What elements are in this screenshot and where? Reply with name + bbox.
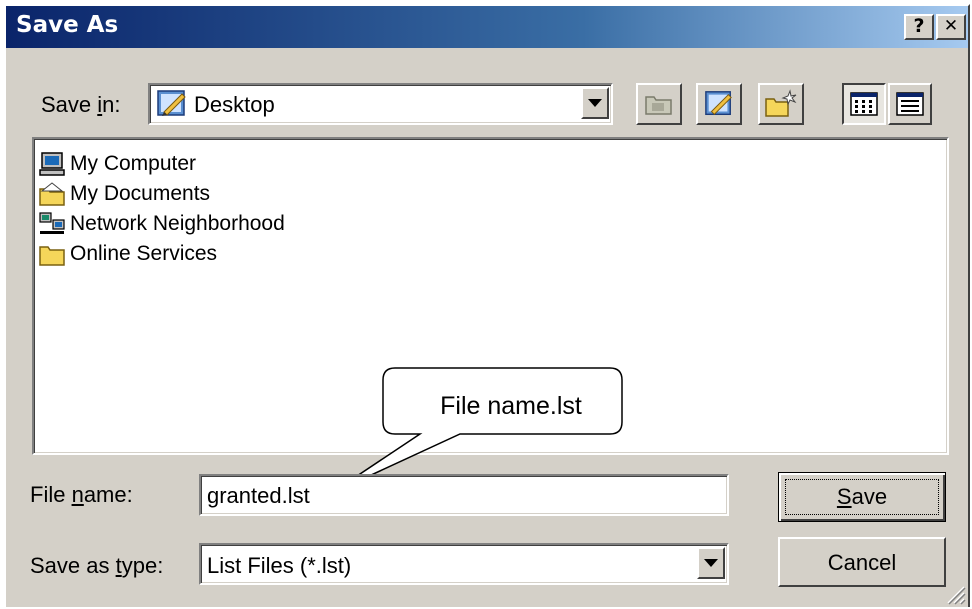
list-item[interactable]: Network Neighborhood (38, 209, 285, 239)
folder-icon (39, 246, 65, 266)
network-icon (39, 212, 65, 234)
details-view-icon (896, 92, 924, 116)
up-one-level-button[interactable] (636, 83, 682, 125)
list-item[interactable]: My Documents (38, 179, 210, 209)
chevron-down-icon (588, 99, 602, 107)
save-in-label: Save in: (41, 92, 121, 117)
save-as-type-label: Save as type: (30, 553, 164, 578)
file-name-label: File name: (30, 482, 133, 507)
list-view-button[interactable] (842, 83, 886, 125)
save-button[interactable]: Save (778, 472, 946, 522)
desktop-icon (705, 91, 732, 116)
callout-text: File name.lst (440, 392, 582, 420)
title-bar[interactable]: Save As ? ✕ (6, 6, 968, 48)
dialog-title: Save As (16, 12, 119, 38)
save-in-dropdown-button[interactable] (581, 87, 609, 119)
desktop-button[interactable] (696, 83, 742, 125)
list-item[interactable]: Online Services (38, 239, 217, 269)
up-folder-icon (645, 96, 672, 115)
computer-icon (39, 152, 65, 176)
list-view-icon (850, 92, 878, 116)
new-folder-button[interactable] (758, 83, 804, 125)
save-as-type-combobox[interactable]: List Files (*.lst) (199, 543, 729, 585)
list-item[interactable]: My Computer (38, 149, 196, 179)
file-name-value: granted.lst (207, 483, 310, 508)
file-name-input[interactable]: granted.lst (199, 474, 729, 516)
save-as-type-value: List Files (*.lst) (207, 553, 352, 578)
new-folder-icon (765, 89, 797, 117)
save-as-dialog: Save As ? ✕ Save in: Desktop My Computer… (4, 4, 970, 607)
documents-folder-icon (39, 182, 65, 206)
desktop-icon (156, 88, 188, 125)
save-as-type-dropdown-button[interactable] (697, 547, 725, 579)
close-button[interactable]: ✕ (936, 14, 966, 40)
save-in-value: Desktop (194, 92, 275, 117)
save-in-combobox[interactable]: Desktop (148, 83, 613, 125)
details-view-button[interactable] (888, 83, 932, 125)
chevron-down-icon (704, 559, 718, 567)
resize-grip-icon[interactable] (944, 583, 966, 605)
help-button[interactable]: ? (904, 14, 934, 40)
cancel-button[interactable]: Cancel (778, 537, 946, 587)
